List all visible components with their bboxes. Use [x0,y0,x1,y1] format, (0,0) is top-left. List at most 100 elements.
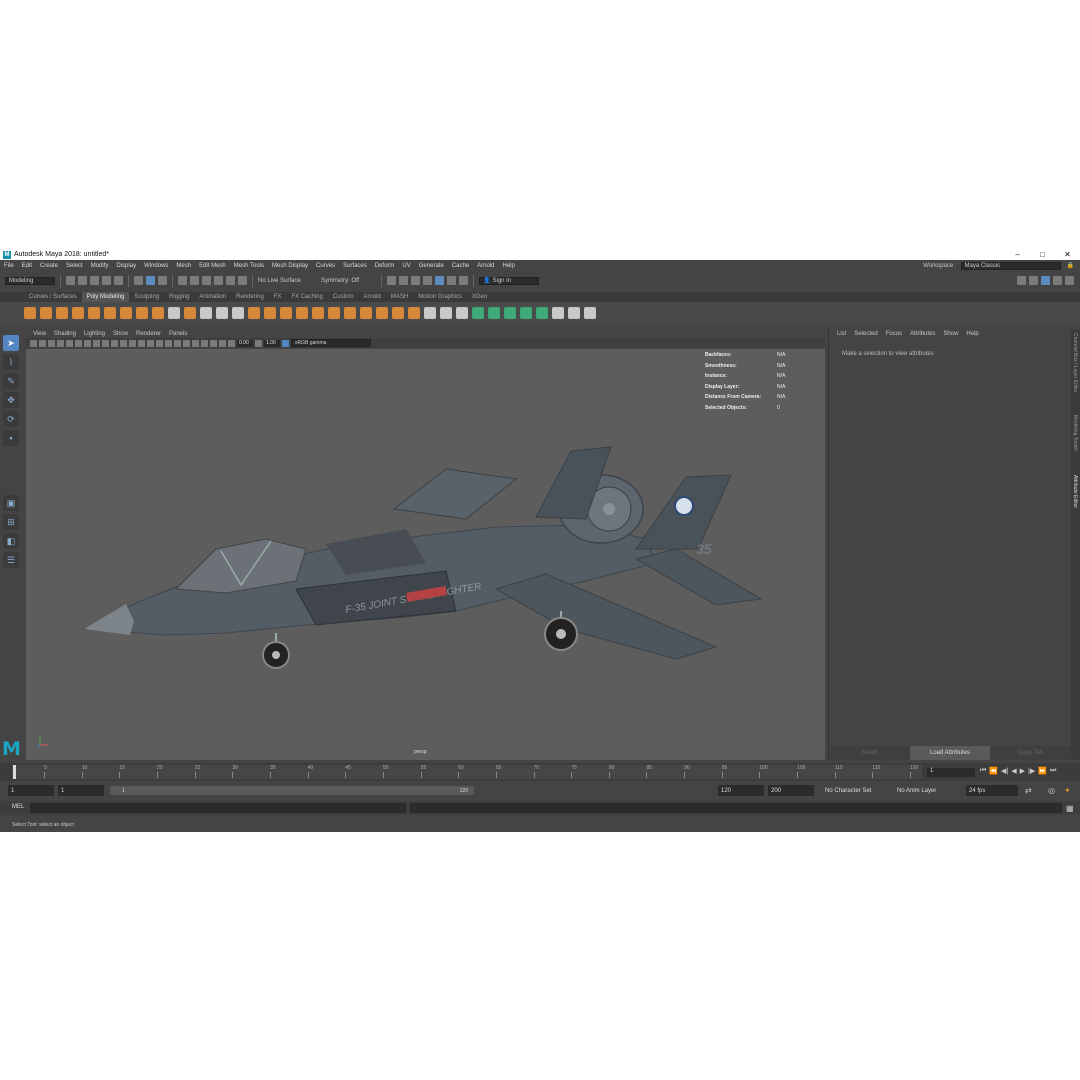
select-tool-icon[interactable]: ➤ [3,335,19,351]
type-tool-icon[interactable] [168,306,180,319]
move-tool-icon[interactable]: ✥ [3,392,19,408]
select-component-icon[interactable] [158,276,167,285]
attr-menu-selected[interactable]: Selected [850,331,881,337]
poly-plane-icon[interactable] [104,306,116,319]
wireframe-icon[interactable] [120,339,127,347]
menu-uv[interactable]: UV [398,263,414,269]
boolean-intersection-icon[interactable] [280,306,292,319]
tab-rigging[interactable]: Rigging [164,292,194,302]
paint-select-icon[interactable]: ✎ [3,373,19,389]
preferences-icon[interactable]: ✦ [1064,786,1071,795]
tab-channel-box[interactable]: Channel Box / Layer Editor [1072,333,1078,393]
modeling-toolkit-icon[interactable] [1017,276,1026,285]
tool-settings-icon[interactable] [1053,276,1062,285]
extrude-icon[interactable] [312,306,324,319]
bookmark-icon[interactable] [48,339,55,347]
merge-icon[interactable] [408,306,420,319]
tab-curves-surfaces[interactable]: Curves / Surfaces [24,292,82,302]
hypershade-icon[interactable] [423,276,432,285]
lights-icon[interactable] [156,339,163,347]
poly-torus-icon[interactable] [88,306,100,319]
animation-end-field[interactable]: 200 [768,785,814,796]
poly-cube-icon[interactable] [40,306,52,319]
view-transform-dropdown[interactable]: sRGB gamma [291,339,371,347]
menu-edit-mesh[interactable]: Edit Mesh [195,263,230,269]
pause-icon[interactable] [459,276,468,285]
menu-mesh[interactable]: Mesh [172,263,195,269]
save-scene-icon[interactable] [90,276,99,285]
open-scene-icon[interactable] [78,276,87,285]
range-bar[interactable]: 1 120 [110,786,474,795]
character-controls-icon[interactable] [1029,276,1038,285]
go-to-start-icon[interactable]: ⏮ [980,767,986,775]
isolate-select-icon[interactable] [201,339,208,347]
menu-edit[interactable]: Edit [18,263,36,269]
symmetry-field[interactable]: Symmetry: Off [321,278,376,284]
tab-sculpting[interactable]: Sculpting [129,292,164,302]
poly-cone-icon[interactable] [72,306,84,319]
grid-icon[interactable] [66,339,73,347]
insert-edge-loop-icon[interactable] [440,306,452,319]
textured-icon[interactable] [147,339,154,347]
menu-help[interactable]: Help [498,263,518,269]
tab-attribute-editor[interactable]: Attribute Editor [1072,475,1078,508]
snap-live-icon[interactable] [226,276,235,285]
minimize-button[interactable]: – [1005,250,1030,259]
exposure-field[interactable]: 0.00 [237,339,253,347]
two-pane-layout-icon[interactable]: ◧ [3,533,19,549]
tab-mash[interactable]: MASH [386,292,413,302]
new-scene-icon[interactable] [66,276,75,285]
render-frame-icon[interactable] [387,276,396,285]
tab-poly-modeling[interactable]: Poly Modeling [81,292,130,302]
default-material-icon[interactable] [138,339,145,347]
workspace-dropdown[interactable]: Maya Classic [960,261,1061,270]
select-object-icon[interactable] [146,276,155,285]
tab-custom[interactable]: Custom [328,292,359,302]
menu-generate[interactable]: Generate [415,263,448,269]
current-frame-field[interactable]: 1 [927,768,975,777]
super-shape-icon[interactable] [152,306,164,319]
uv-spherical-icon[interactable] [520,306,532,319]
shadows-icon[interactable] [165,339,172,347]
smooth-shade-icon[interactable] [129,339,136,347]
step-forward-frame-icon[interactable]: |▶ [1028,767,1035,775]
ipr-render-icon[interactable] [399,276,408,285]
menu-arnold[interactable]: Arnold [473,263,498,269]
anti-aliasing-icon[interactable] [192,339,199,347]
resolution-gate-icon[interactable] [84,339,91,347]
film-gate-icon[interactable] [75,339,82,347]
gamma-field[interactable]: 1.00 [264,339,280,347]
attr-menu-show[interactable]: Show [939,331,962,337]
step-forward-key-icon[interactable]: ⏩ [1038,767,1047,775]
step-back-key-icon[interactable]: ⏪ [989,767,998,775]
ambient-occlusion-icon[interactable] [174,339,181,347]
tab-fx[interactable]: FX [269,292,287,302]
single-perspective-layout-icon[interactable]: ▣ [3,495,19,511]
combine-icon[interactable] [200,306,212,319]
attribute-editor-icon[interactable] [1041,276,1050,285]
menu-set-dropdown[interactable]: Modeling [5,276,55,285]
poly-disc-icon[interactable] [120,306,132,319]
attr-menu-focus[interactable]: Focus [882,331,906,337]
rotate-tool-icon[interactable]: ⟳ [3,411,19,427]
color-management-icon[interactable] [282,339,289,347]
maximize-button[interactable]: □ [1030,250,1055,259]
go-to-end-icon[interactable]: ⏭ [1050,767,1056,775]
poly-sphere-icon[interactable] [24,306,36,319]
platonic-solid-icon[interactable] [136,306,148,319]
viewport-menu-panels[interactable]: Panels [165,331,191,337]
command-input[interactable] [30,803,406,813]
time-slider[interactable]: 1510152025303540455055606570758085909510… [0,763,1080,781]
boolean-difference-icon[interactable] [264,306,276,319]
attr-menu-list[interactable]: List [833,331,850,337]
svg-tool-icon[interactable] [184,306,196,319]
viewport-menu-shading[interactable]: Shading [50,331,80,337]
menu-curves[interactable]: Curves [312,263,339,269]
character-set-dropdown[interactable]: No Character Set [822,785,890,796]
tab-arnold[interactable]: Arnold [359,292,386,302]
viewport-menu-view[interactable]: View [29,331,50,337]
time-ruler[interactable]: 1510152025303540455055606570758085909510… [12,765,922,779]
fps-dropdown[interactable]: 24 fps [966,785,1018,796]
arnold-render-icon[interactable] [447,276,456,285]
gamma-icon[interactable] [255,339,262,347]
